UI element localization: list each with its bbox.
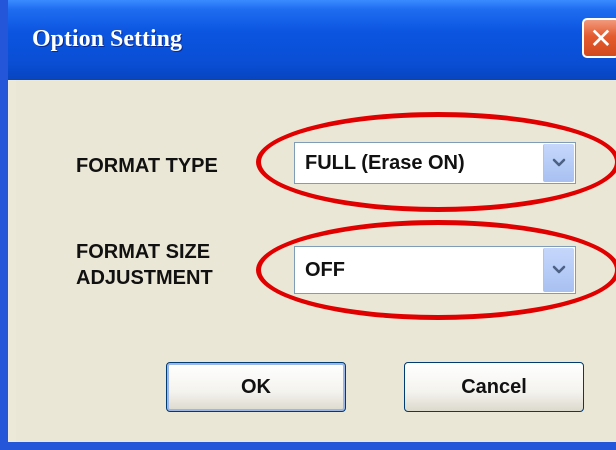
chevron-down-icon (552, 158, 566, 167)
format-size-label-line2: ADJUSTMENT (76, 267, 213, 289)
dialog-title: Option Setting (32, 26, 183, 52)
close-icon: ✕ (589, 23, 613, 54)
format-type-label: FORMAT TYPE (76, 155, 218, 177)
format-size-label-line1: FORMAT SIZE (76, 241, 211, 263)
cancel-button[interactable]: Cancel (404, 362, 584, 412)
format-size-value: OFF (305, 258, 345, 281)
chevron-down-icon (552, 265, 566, 274)
ok-button[interactable]: OK (166, 362, 346, 412)
format-type-dropdown-button[interactable] (543, 144, 574, 182)
format-type-select[interactable]: FULL (Erase ON) (294, 142, 576, 184)
title-bar[interactable]: Option Setting ✕ (8, 0, 616, 80)
format-type-value: FULL (Erase ON) (305, 151, 465, 174)
format-size-dropdown-button[interactable] (543, 248, 574, 292)
option-setting-dialog: Option Setting ✕ FORMAT TYPE FULL (Erase… (0, 0, 616, 450)
close-button[interactable]: ✕ (582, 18, 616, 58)
format-size-select[interactable]: OFF (294, 246, 576, 294)
dialog-body: FORMAT TYPE FULL (Erase ON) FORMAT SIZE … (16, 80, 616, 442)
